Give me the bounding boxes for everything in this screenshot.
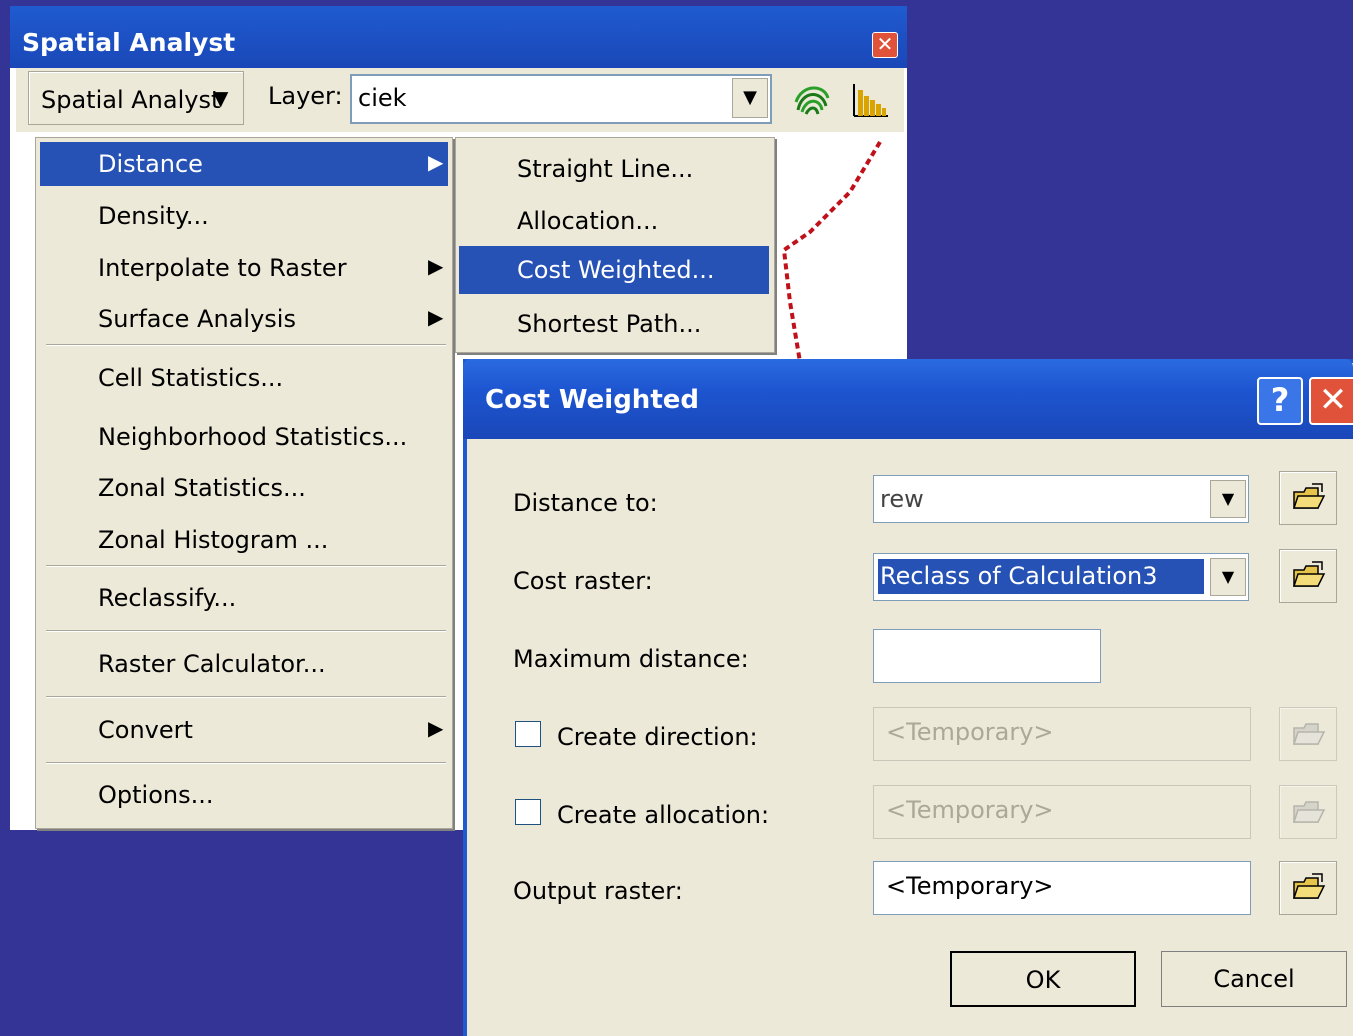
menu-item-zonal-histogram[interactable]: Zonal Histogram ... [40, 518, 448, 562]
menu-item-neighborhood-statistics[interactable]: Neighborhood Statistics... [40, 415, 448, 459]
map-canvas [781, 140, 882, 363]
dialog-title: Cost Weighted [485, 385, 699, 415]
create-direction-checkbox[interactable] [515, 721, 541, 747]
output-raster-input[interactable]: <Temporary> [873, 861, 1251, 915]
help-button[interactable]: ? [1257, 377, 1303, 425]
submenu-item-cost-weighted[interactable]: Cost Weighted... [459, 246, 769, 294]
output-raster-label: Output raster: [513, 877, 683, 905]
chevron-down-icon[interactable]: ▼ [1210, 558, 1246, 596]
menu-item-interpolate-to-raster[interactable]: Interpolate to Raster ▶ [40, 246, 448, 290]
cost-raster-label: Cost raster: [513, 567, 653, 595]
submenu-arrow-icon: ▶ [428, 716, 444, 740]
submenu-item-label: Straight Line... [517, 155, 694, 183]
create-allocation-browse-button [1279, 785, 1337, 839]
cost-raster-value: Reclass of Calculation3 [878, 559, 1204, 594]
layer-dropdown-button[interactable]: ▼ [732, 78, 768, 118]
menu-separator [46, 565, 446, 567]
menu-separator [46, 696, 446, 698]
toolbar-close-button[interactable]: ✕ [872, 32, 898, 58]
menu-item-label: Interpolate to Raster [98, 254, 347, 282]
create-direction-browse-button [1279, 707, 1337, 761]
cost-raster-browse-button[interactable] [1279, 549, 1337, 603]
submenu-arrow-icon: ▶ [428, 150, 444, 174]
output-raster-browse-button[interactable] [1279, 861, 1337, 915]
menu-separator [46, 762, 446, 764]
menu-item-convert[interactable]: Convert ▶ [40, 708, 448, 752]
submenu-item-label: Cost Weighted... [517, 256, 715, 284]
menu-item-cell-statistics[interactable]: Cell Statistics... [40, 356, 448, 400]
maximum-distance-input[interactable] [873, 629, 1101, 683]
create-allocation-checkbox[interactable] [515, 799, 541, 825]
cost-raster-select[interactable]: Reclass of Calculation3 ▼ [873, 553, 1249, 601]
histogram-tool-icon[interactable] [850, 80, 890, 120]
cost-weighted-dialog: Distance to: rew ▼ Cost raster: Reclass … [463, 359, 1353, 1036]
cancel-button[interactable]: Cancel [1161, 951, 1347, 1007]
spatial-analyst-menu: Distance ▶ Density... Interpolate to Ras… [35, 137, 453, 829]
chevron-down-icon: ▼ [213, 86, 229, 110]
menu-item-options[interactable]: Options... [40, 773, 448, 817]
menu-item-label: Distance [98, 150, 203, 178]
menu-item-reclassify[interactable]: Reclassify... [40, 576, 448, 620]
create-allocation-value: <Temporary> [886, 796, 1054, 824]
submenu-item-label: Shortest Path... [517, 310, 702, 338]
distance-to-browse-button[interactable] [1279, 471, 1337, 525]
create-direction-label: Create direction: [557, 723, 758, 751]
distance-to-select[interactable]: rew ▼ [873, 475, 1249, 523]
toolbar-title: Spatial Analyst [22, 28, 236, 57]
spatial-analyst-dropdown[interactable]: Spatial Analyst ▼ [28, 71, 244, 125]
ok-button[interactable]: OK [950, 951, 1136, 1007]
submenu-item-allocation[interactable]: Allocation... [459, 197, 769, 245]
submenu-arrow-icon: ▶ [428, 254, 444, 278]
toolbar-titlebar[interactable]: Spatial Analyst ✕ [10, 6, 907, 68]
menu-item-label: Zonal Statistics... [98, 474, 306, 502]
distance-to-label: Distance to: [513, 489, 658, 517]
open-folder-icon [1292, 873, 1326, 899]
open-folder-icon [1292, 801, 1326, 823]
menu-item-label: Zonal Histogram ... [98, 526, 329, 554]
chevron-down-icon[interactable]: ▼ [1210, 480, 1246, 518]
menu-item-distance[interactable]: Distance ▶ [40, 142, 448, 186]
create-allocation-label: Create allocation: [557, 801, 770, 829]
menu-item-raster-calculator[interactable]: Raster Calculator... [40, 642, 448, 686]
output-raster-value: <Temporary> [886, 872, 1054, 900]
spatial-analyst-dropdown-label: Spatial Analyst [41, 86, 221, 114]
menu-item-surface-analysis[interactable]: Surface Analysis ▶ [40, 297, 448, 341]
submenu-arrow-icon: ▶ [428, 305, 444, 329]
menu-item-label: Density... [98, 202, 209, 230]
layer-select[interactable]: ciek [350, 74, 772, 124]
menu-item-label: Options... [98, 781, 214, 809]
menu-item-label: Reclassify... [98, 584, 237, 612]
menu-item-zonal-statistics[interactable]: Zonal Statistics... [40, 466, 448, 510]
menu-item-label: Convert [98, 716, 193, 744]
dialog-titlebar[interactable]: Cost Weighted ? ✕ [463, 359, 1353, 439]
menu-item-label: Raster Calculator... [98, 650, 326, 678]
create-direction-value: <Temporary> [886, 718, 1054, 746]
open-folder-icon [1292, 483, 1326, 509]
distance-to-value: rew [880, 485, 924, 513]
open-folder-icon [1292, 723, 1326, 745]
create-allocation-input: <Temporary> [873, 785, 1251, 839]
submenu-item-straight-line[interactable]: Straight Line... [459, 145, 769, 193]
submenu-item-shortest-path[interactable]: Shortest Path... [459, 300, 769, 348]
create-direction-input: <Temporary> [873, 707, 1251, 761]
menu-item-label: Neighborhood Statistics... [98, 423, 408, 451]
maximum-distance-label: Maximum distance: [513, 645, 749, 673]
close-button[interactable]: ✕ [1309, 377, 1353, 425]
submenu-item-label: Allocation... [517, 207, 659, 235]
menu-separator [46, 344, 446, 346]
menu-separator [46, 630, 446, 632]
contour-tool-icon[interactable] [792, 80, 832, 120]
menu-item-label: Cell Statistics... [98, 364, 284, 392]
open-folder-icon [1292, 561, 1326, 587]
layer-select-value: ciek [358, 84, 407, 112]
layer-label: Layer: [268, 82, 343, 110]
menu-item-label: Surface Analysis [98, 305, 296, 333]
menu-item-density[interactable]: Density... [40, 194, 448, 238]
distance-submenu: Straight Line... Allocation... Cost Weig… [455, 137, 775, 353]
